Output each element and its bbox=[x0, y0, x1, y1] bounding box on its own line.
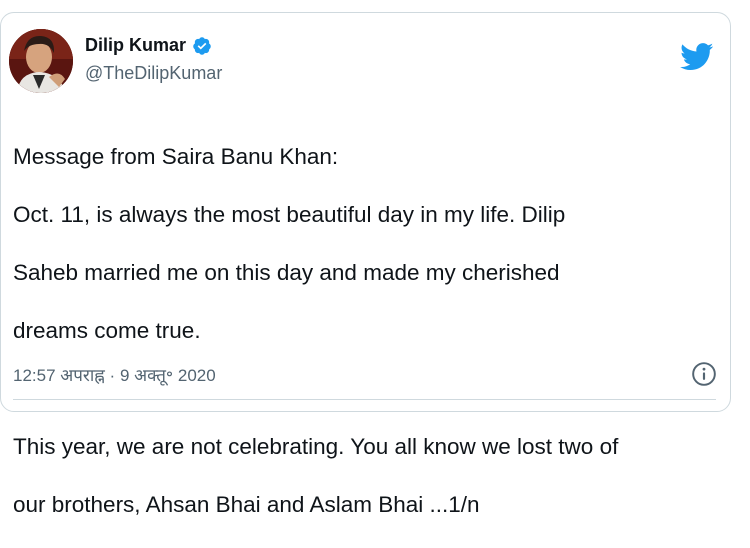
info-icon[interactable] bbox=[691, 361, 717, 387]
verified-badge-icon bbox=[193, 36, 211, 55]
author-display-name[interactable]: Dilip Kumar bbox=[85, 35, 186, 56]
tweet-card[interactable]: Dilip Kumar @TheDilipKumar Message from … bbox=[0, 12, 731, 517]
author-handle[interactable]: @TheDilipKumar bbox=[85, 63, 222, 84]
author-name-row: Dilip Kumar bbox=[85, 35, 212, 56]
avatar-image bbox=[9, 29, 73, 93]
twitter-bird-icon[interactable] bbox=[680, 43, 714, 71]
avatar[interactable] bbox=[9, 29, 73, 93]
tweet-meta-row: 12:57 अपराह्न · 9 अक्तू॰ 2020 bbox=[13, 361, 717, 389]
tweet-text-line: Saheb married me on this day and made my… bbox=[13, 260, 560, 285]
tweet-timestamp[interactable]: 12:57 अपराह्न · 9 अक्तू॰ 2020 bbox=[13, 363, 216, 386]
tweet-text-line: This year, we are not celebrating. You a… bbox=[13, 434, 619, 459]
tweet-text-line: dreams come true. bbox=[13, 318, 201, 343]
tweet-text: Message from Saira Banu Khan: Oct. 11, i… bbox=[13, 113, 725, 548]
tweet-header: Dilip Kumar @TheDilipKumar bbox=[9, 29, 730, 99]
tweet-text-line: Oct. 11, is always the most beautiful da… bbox=[13, 202, 566, 227]
tweet-text-line: Message from Saira Banu Khan: bbox=[13, 144, 339, 169]
tweet-text-line: our brothers, Ahsan Bhai and Aslam Bhai … bbox=[13, 492, 480, 517]
